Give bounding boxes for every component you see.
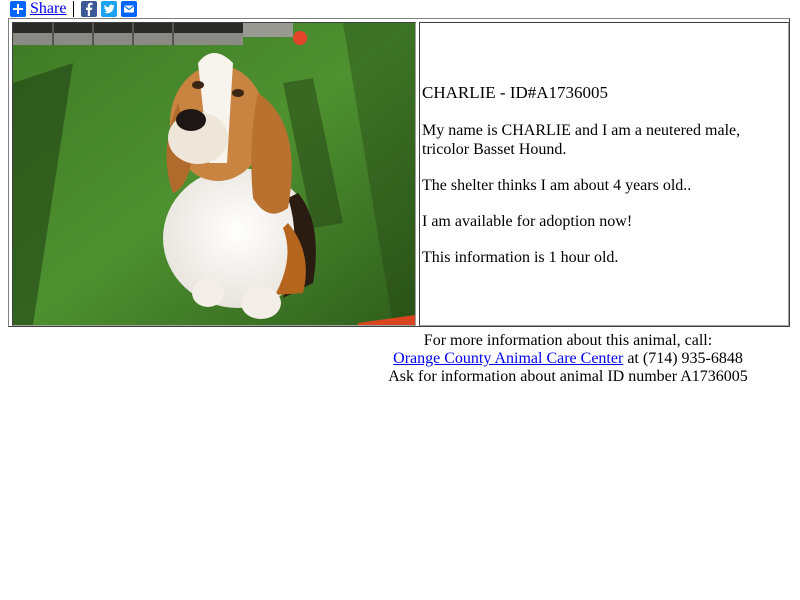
twitter-icon[interactable]	[101, 1, 118, 17]
share-toolbar: Share	[10, 0, 141, 18]
email-icon[interactable]	[121, 1, 138, 17]
share-divider	[73, 1, 75, 17]
contact-info: For more information about this animal, …	[338, 332, 798, 386]
share-link[interactable]: Share	[30, 0, 66, 18]
info-freshness: This information is 1 hour old.	[422, 249, 619, 266]
animal-heading: CHARLIE - ID#A1736005	[422, 83, 609, 102]
contact-ask: Ask for information about animal ID numb…	[388, 368, 748, 385]
contact-intro: For more information about this animal, …	[423, 332, 713, 349]
animal-availability: I am available for adoption now!	[422, 213, 633, 230]
plus-icon[interactable]	[10, 1, 26, 17]
facebook-icon[interactable]	[81, 1, 98, 17]
animal-photo	[12, 22, 416, 326]
animal-age: The shelter thinks I am about 4 years ol…	[422, 177, 692, 194]
contact-line: Orange County Animal Care Center at (714…	[338, 350, 798, 368]
shelter-link[interactable]: Orange County Animal Care Center	[393, 350, 623, 367]
animal-info-cell: CHARLIE - ID#A1736005 My name is CHARLIE…	[419, 22, 789, 326]
animal-description: My name is CHARLIE and I am a neutered m…	[422, 122, 741, 158]
animal-card: CHARLIE - ID#A1736005 My name is CHARLIE…	[8, 18, 790, 327]
dog-photo-image	[13, 23, 415, 325]
shelter-phone: at (714) 935-6848	[627, 350, 743, 367]
